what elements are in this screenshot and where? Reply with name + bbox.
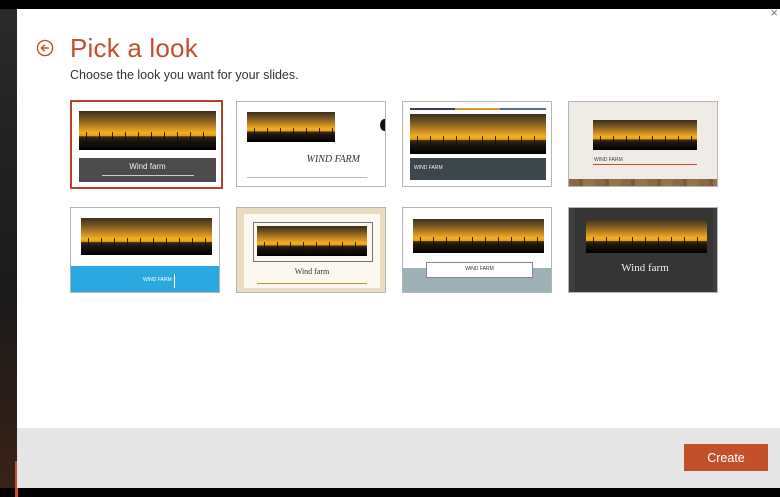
- theme-preview-image: [257, 226, 367, 256]
- theme-tile-3[interactable]: WIND FARM: [402, 101, 552, 187]
- back-arrow-icon[interactable]: [36, 39, 54, 57]
- theme-tile-4[interactable]: WIND FARM: [568, 101, 718, 187]
- theme-tile-5[interactable]: WIND FARM: [70, 207, 220, 293]
- theme-label: Wind farm: [294, 267, 330, 276]
- theme-preview-image: [410, 114, 546, 154]
- theme-tile-6[interactable]: Wind farm: [236, 207, 386, 293]
- pick-a-look-dialog: × Pick a look Choose the look you want f…: [17, 5, 780, 488]
- close-icon[interactable]: ×: [770, 5, 778, 20]
- background-window-strip: [0, 9, 18, 497]
- theme-label: WIND FARM: [143, 277, 172, 283]
- top-stripe: [410, 108, 546, 110]
- theme-tile-7[interactable]: WIND FARM: [402, 207, 552, 293]
- wood-floor: [569, 179, 717, 186]
- theme-preview-image: [79, 111, 216, 150]
- dialog-footer: [17, 428, 780, 488]
- theme-label: WIND FARM: [465, 266, 494, 272]
- theme-preview-image: [593, 120, 697, 150]
- theme-label: WIND FARM: [414, 165, 443, 171]
- dialog-subtitle: Choose the look you want for your slides…: [70, 68, 299, 82]
- title-underline: [593, 164, 697, 165]
- title-underline: [247, 177, 367, 178]
- title-divider: [174, 274, 175, 288]
- theme-tile-1[interactable]: Wind farm: [70, 100, 223, 189]
- title-underline: [102, 175, 194, 176]
- theme-preview-image: [413, 219, 544, 253]
- theme-label: Wind farm: [129, 162, 166, 171]
- theme-tile-2[interactable]: WIND FARM: [236, 101, 386, 187]
- decorative-dot: [380, 119, 385, 131]
- title-underline: [257, 283, 367, 284]
- theme-preview-image: [586, 219, 707, 253]
- dialog-title: Pick a look: [70, 33, 198, 63]
- theme-preview-image: [81, 218, 212, 255]
- theme-label: WIND FARM: [594, 157, 623, 163]
- theme-label: WIND FARM: [306, 154, 360, 165]
- theme-tile-8[interactable]: Wind farm: [568, 207, 718, 293]
- theme-label: Wind farm: [621, 262, 669, 274]
- create-button[interactable]: Create: [684, 444, 768, 471]
- theme-preview-image: [247, 112, 335, 142]
- top-bar: [0, 0, 780, 9]
